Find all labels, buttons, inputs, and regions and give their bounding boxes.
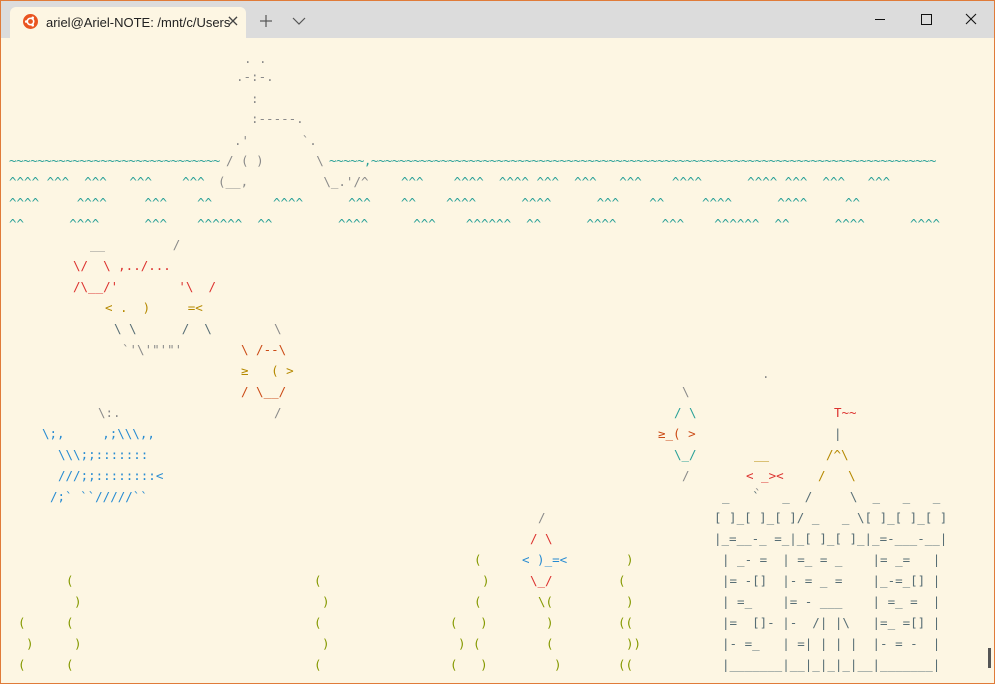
fish-line: / \ [674, 405, 697, 420]
wave-line: ^^^^ ^^^ ^^^ ^^^ ^^^ [9, 174, 205, 189]
castle-line: | =_ |= - ___ | =_ = | [722, 594, 941, 609]
tab-title: ariel@Ariel-NOTE: /mnt/c/Users [46, 15, 231, 30]
castle-line: _ ` _ / \ _ _ _ [722, 489, 941, 504]
castle-line: | [834, 426, 842, 441]
fish-line: / [538, 510, 546, 525]
castle-line: /^\ [826, 447, 849, 462]
wave-line: ^^^^ ^^^^ ^^^ ^^ [9, 195, 213, 210]
castle-line: |_______|__|_|_|_|__|_______| [722, 657, 941, 672]
wave-line: ^^^^ ^^^ ^^ ^^^^ ^^^^ ^^^ ^^ ^^^^ ^^^^ ^… [273, 195, 860, 210]
swordfish-line: \;, ,;\\\,, [42, 426, 155, 441]
castle-line: T~~ [834, 405, 857, 420]
castle-line: / \ [818, 468, 856, 483]
ubuntu-icon [23, 14, 38, 29]
whale-line: .' `. [234, 133, 317, 148]
whale-line: .-:-. [236, 69, 274, 84]
fish-line: __ / [90, 237, 181, 252]
fish-line: < . ) =< [105, 300, 203, 315]
fish-line: /\__/' '\ / [73, 279, 216, 294]
fish-line: ≥ ( > [241, 363, 294, 378]
whale-line: :-----. [251, 111, 304, 126]
castle-line: [ ]_[ ]_[ ]/ _ _ \[ ]_[ ]_[ ] [714, 510, 948, 525]
terminal-window: ariel@Ariel-NOTE: /mnt/c/Users × . . .-:… [0, 0, 995, 684]
whale-line: : [251, 91, 259, 106]
fish-line: __ [754, 447, 770, 462]
tab-dropdown-button[interactable] [288, 8, 310, 32]
maximize-icon [921, 14, 932, 25]
bubble: . [762, 366, 770, 381]
fish-line: \ \ / \ [114, 321, 212, 336]
wave-line: ^^^^ ^^^ ^^^^^^ ^^ ^^^^ ^^^ ^^^^^^ ^^ ^^… [338, 216, 941, 231]
fish-line: < _>< [746, 468, 784, 483]
minimize-icon [875, 19, 885, 20]
swordfish-line: \:. [98, 405, 121, 420]
fish-line: \ [274, 321, 282, 336]
castle-line: |= -[] |- = _ = |_-=_[] | [722, 573, 941, 588]
fish-line: \/ \ ,../... [73, 258, 171, 273]
fish-line: / [682, 468, 690, 483]
minimize-button[interactable] [857, 1, 903, 38]
swordfish-line: ///;;::::::::< [58, 468, 164, 483]
wave-line: ^^ ^^^^ ^^^ ^^^^^^ ^^ [9, 216, 273, 231]
title-bar[interactable]: ariel@Ariel-NOTE: /mnt/c/Users × [1, 1, 994, 38]
tab-close-icon[interactable]: × [224, 11, 242, 31]
fish-line: \( [538, 594, 554, 609]
fish-line: ≥_( > [658, 426, 696, 441]
scrollbar-thumb[interactable] [988, 648, 991, 668]
fish-line: \_/ [530, 573, 553, 588]
tab-terminal[interactable]: ariel@Ariel-NOTE: /mnt/c/Users × [10, 7, 246, 38]
whale-line: / ( ) \ [226, 153, 324, 168]
castle-line: |= []- |- /| |\ |=_ =[] | [722, 615, 941, 630]
swordfish-line: /;` ``/////`` [50, 489, 148, 504]
fish-line: \ [682, 384, 690, 399]
fish-line: / [274, 405, 282, 420]
new-tab-button[interactable] [255, 8, 277, 32]
castle-line: |_=__-_ =_|_[ ]_[ ]_|_=-___-__| [714, 531, 948, 546]
fish-line: `'\'"'"' [122, 342, 183, 357]
castle-line: |- =_ | =| | | | |- = - | [722, 636, 941, 651]
terminal-output[interactable]: . . .-:-. : :-----. .' `. ~~~~~~~~~~~~~~… [1, 38, 994, 683]
wave-line: ~~~~~~~~~~~~~~~~~~~~~~~~~~~~~~ [9, 153, 220, 168]
swordfish-line: \\\;;::::::: [58, 447, 149, 462]
fish-line: \_/ [674, 447, 697, 462]
castle-line: | _- = | =_ = _ |= _= | [722, 552, 941, 567]
wave-line: ^^^ ^^^^ ^^^^ ^^^ ^^^ ^^^ ^^^^ ^^^^ ^^^ … [401, 174, 891, 189]
fish-line: / \__/ [241, 384, 287, 399]
maximize-button[interactable] [903, 1, 949, 38]
whale-line: (__, \_.'/^ [218, 174, 369, 189]
plus-icon [260, 15, 272, 27]
fish-line: / \ [530, 531, 553, 546]
fish-line: < )_=< [522, 552, 568, 567]
close-button[interactable] [948, 1, 994, 38]
chevron-down-icon [292, 17, 306, 25]
wave-line: ~~~~~,~~~~~~~~~~~~~~~~~~~~~~~~~~~~~~~~~~… [329, 153, 936, 168]
close-icon [965, 13, 977, 25]
fish-line: \ /--\ [241, 342, 287, 357]
